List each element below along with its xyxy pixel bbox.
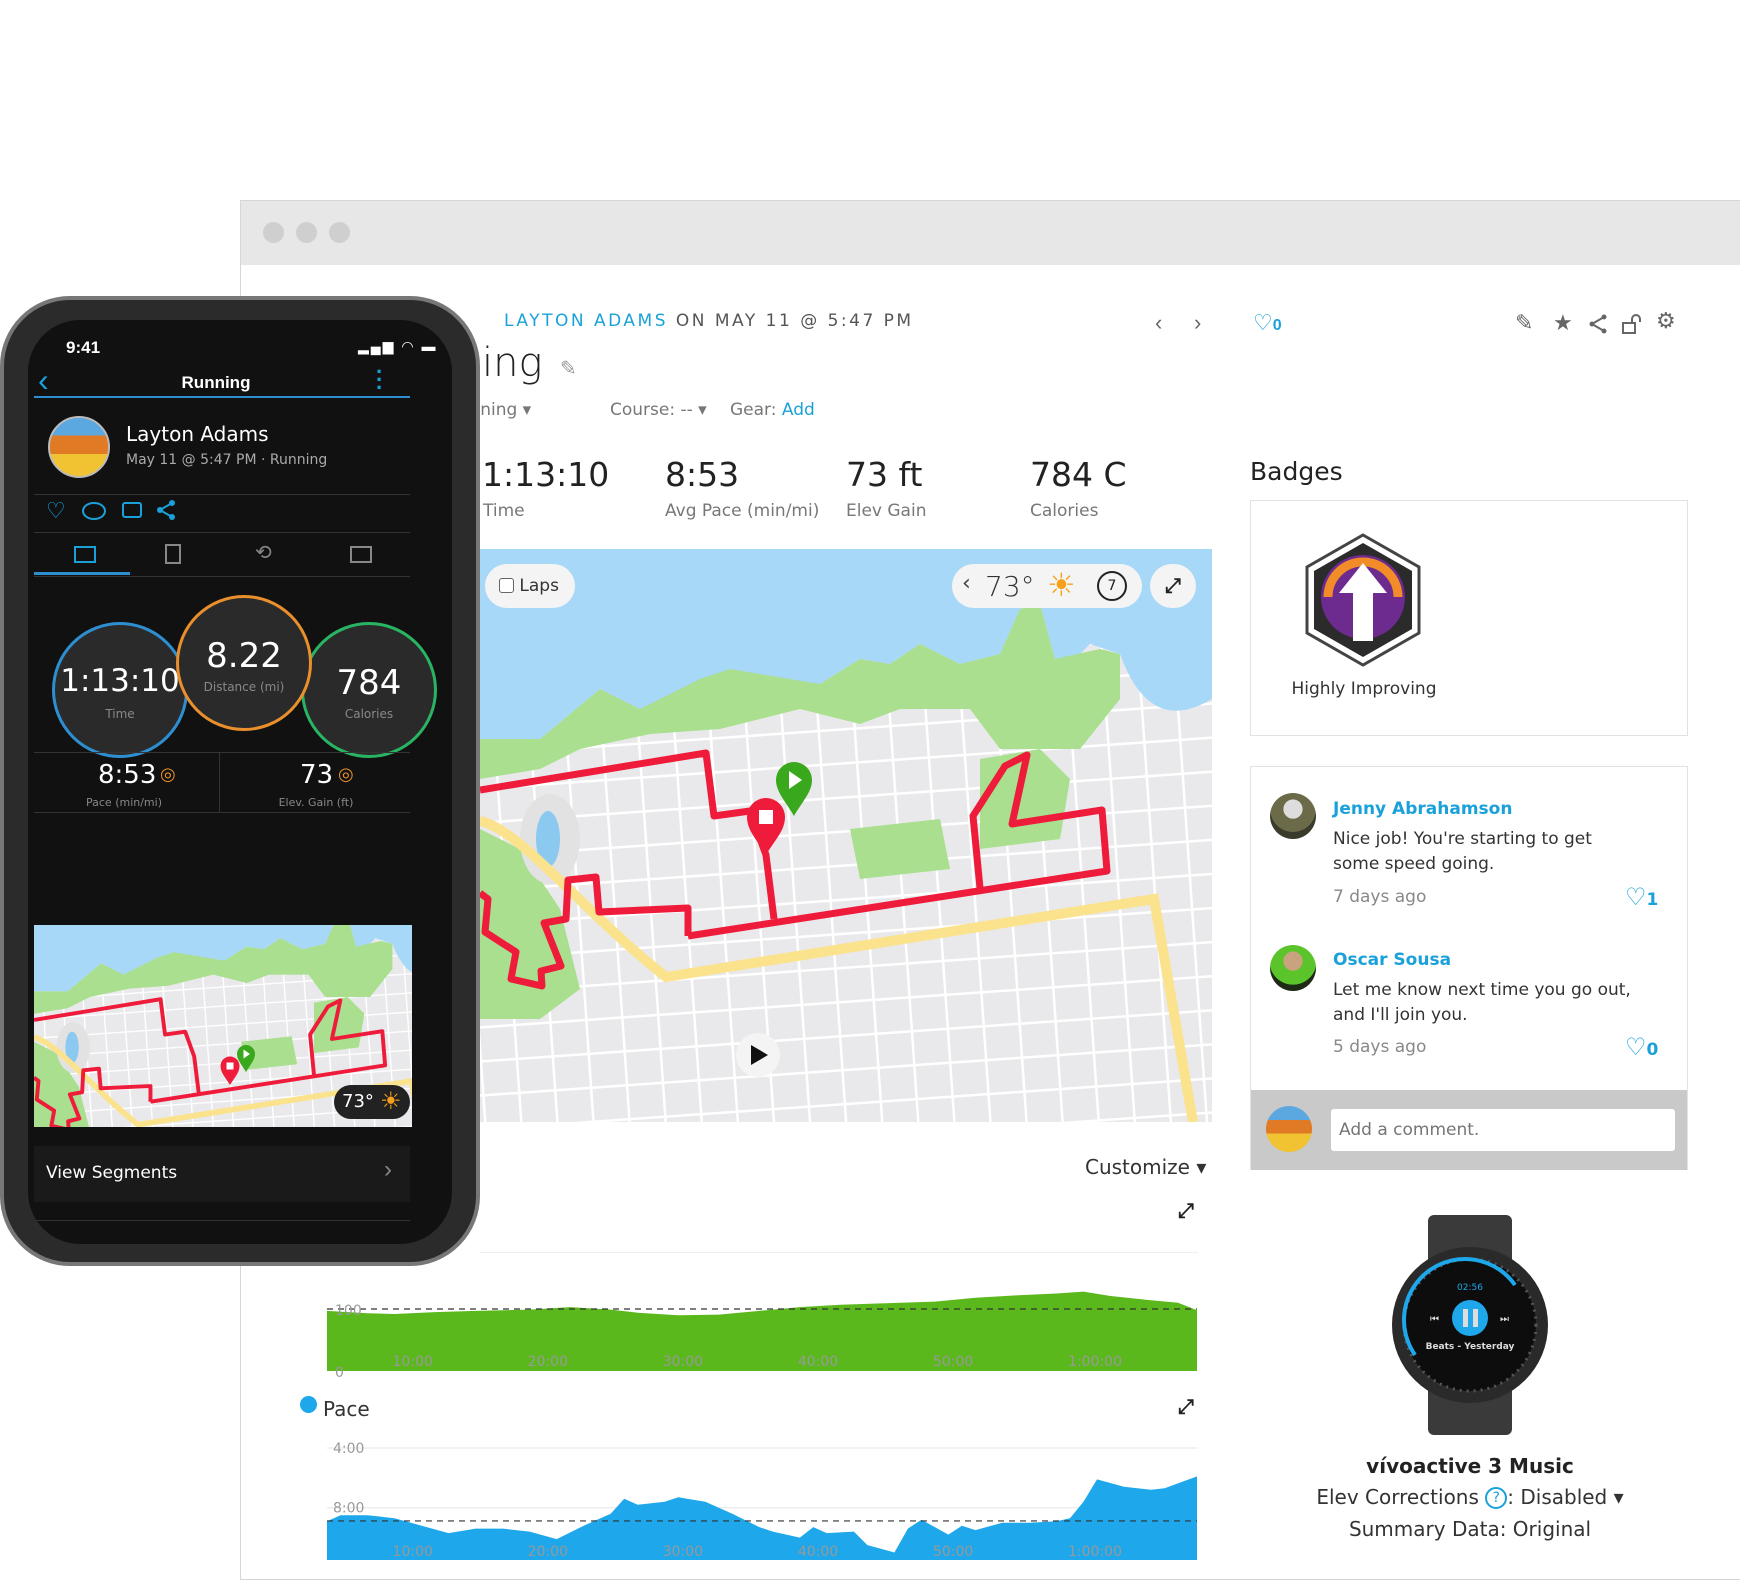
device-watch-image: 02:56 Beats - Yesterday ⏮ ⏭: [1385, 1215, 1555, 1435]
tab-charts-icon[interactable]: [350, 546, 372, 563]
phone-user-sub: May 11 @ 5:47 PM · Running: [126, 452, 327, 468]
comment-author-link[interactable]: Jenny Abrahamson: [1333, 799, 1512, 819]
phone-screen: 9:41 ▂▄▆ ◠ ▬ ‹ Running ··· Layton Adams …: [28, 320, 452, 1244]
current-user-avatar: [1266, 1106, 1312, 1152]
y-tick-label: 0: [335, 1365, 344, 1381]
svg-text:⏮: ⏮: [1430, 1314, 1439, 1325]
avatar[interactable]: [1270, 793, 1316, 839]
ring-value: 1:13:10: [55, 663, 185, 699]
tab-overview-icon[interactable]: [74, 546, 96, 563]
comment-time: 7 days ago: [1333, 887, 1426, 907]
pace-pulse-icon: ◎: [160, 764, 176, 785]
pace-area: [327, 1476, 1197, 1560]
header-underline: [34, 396, 410, 398]
badge-label: Highly Improving: [1251, 679, 1477, 699]
comment-like-count: 1: [1647, 890, 1659, 910]
badges-title: Badges: [1250, 457, 1343, 486]
phone-elev-value: 73: [300, 760, 333, 790]
x-tick-label: 1:00:00: [1068, 1544, 1122, 1560]
divider: [34, 494, 410, 495]
highly-improving-badge-icon[interactable]: [1303, 533, 1423, 667]
divider: [34, 812, 410, 813]
comment-bubble-icon[interactable]: [82, 502, 106, 520]
divider: [34, 532, 410, 533]
comments-card: Jenny Abrahamson Nice job! You're starti…: [1250, 766, 1688, 1170]
comment-author-link[interactable]: Oscar Sousa: [1333, 950, 1451, 970]
tab-laps-icon[interactable]: ⟲: [255, 540, 272, 565]
comment-like-count: 0: [1647, 1040, 1659, 1060]
x-tick-label: 40:00: [798, 1354, 838, 1370]
user-avatar[interactable]: [48, 416, 110, 478]
share-icon[interactable]: [156, 500, 176, 525]
phone-user-name[interactable]: Layton Adams: [126, 422, 269, 446]
phone-pace-label: Pace (min/mi): [28, 796, 220, 809]
phone-elev-label: Elev. Gain (ft): [220, 796, 412, 809]
x-tick-label: 50:00: [933, 1354, 973, 1370]
ring-value: 8.22: [179, 636, 309, 676]
comment-text: Nice job! You're starting to get some sp…: [1333, 827, 1643, 877]
comment-compose-bar: [1251, 1090, 1687, 1170]
badges-card: Highly Improving: [1250, 500, 1688, 736]
device-name[interactable]: vívoactive 3 Music: [1280, 1454, 1660, 1478]
x-tick-label: 30:00: [663, 1544, 703, 1560]
x-tick-label: 40:00: [798, 1544, 838, 1560]
phone-mockup: 9:41 ▂▄▆ ◠ ▬ ‹ Running ··· Layton Adams …: [0, 296, 480, 1266]
sun-icon: ☀: [380, 1087, 402, 1116]
x-tick-label: 10:00: [393, 1544, 433, 1560]
divider: [34, 752, 410, 753]
tab-details-icon[interactable]: [165, 544, 181, 564]
y-tick-label: 100: [335, 1303, 362, 1319]
view-segments-label: View Segments: [46, 1163, 177, 1183]
help-question-icon[interactable]: ?: [1485, 1487, 1507, 1509]
add-photo-camera-icon[interactable]: [122, 502, 142, 518]
comment-like-button[interactable]: ♡0: [1625, 1033, 1658, 1061]
more-kebab-icon[interactable]: ···: [376, 368, 383, 392]
phone-pace-value: 8:53: [98, 760, 156, 790]
x-tick-label: 1:00:00: [1068, 1354, 1122, 1370]
elev-corrections-row[interactable]: Elev Corrections ?: Disabled ▾: [1280, 1485, 1660, 1509]
x-tick-label: 20:00: [528, 1544, 568, 1560]
elev-pulse-icon: ◎: [338, 764, 354, 785]
comment-time: 5 days ago: [1333, 1037, 1426, 1057]
ring-label: Time: [55, 707, 185, 721]
x-tick-label: 50:00: [933, 1544, 973, 1560]
view-segments-row[interactable]: View Segments ›: [34, 1146, 410, 1202]
calories-ring: 784 Calories: [301, 622, 437, 758]
y-tick-label: 8:00: [333, 1501, 364, 1517]
phone-map[interactable]: 73° ☀: [34, 925, 412, 1127]
elev-corrections-value: : Disabled: [1507, 1485, 1607, 1509]
heart-icon: ♡: [1625, 883, 1647, 911]
watch-track: Beats - Yesterday: [1426, 1342, 1515, 1352]
phone-weather-pill: 73° ☀: [334, 1085, 410, 1119]
svg-text:⏭: ⏭: [1500, 1314, 1509, 1325]
active-tab-indicator: [34, 572, 130, 575]
distance-ring: 8.22 Distance (mi): [176, 595, 312, 731]
phone-header-title: Running: [28, 373, 404, 393]
status-time: 9:41: [66, 338, 100, 358]
divider: [34, 576, 410, 577]
comment-text: Let me know next time you go out, and I'…: [1333, 978, 1643, 1028]
y-tick-label: 4:00: [333, 1441, 364, 1457]
like-heart-icon[interactable]: ♡: [46, 498, 66, 524]
watch-time: 02:56: [1457, 1283, 1483, 1293]
avatar[interactable]: [1270, 945, 1316, 991]
status-icons: ▂▄▆ ◠ ▬: [358, 338, 437, 355]
summary-data: Summary Data: Original: [1280, 1517, 1660, 1541]
ring-label: Calories: [304, 707, 434, 721]
ring-label: Distance (mi): [179, 680, 309, 694]
x-tick-label: 10:00: [393, 1354, 433, 1370]
elevation-area: [327, 1292, 1197, 1371]
divider: [34, 1220, 410, 1221]
comment-like-button[interactable]: ♡1: [1625, 883, 1658, 911]
add-comment-input[interactable]: [1331, 1109, 1675, 1151]
x-tick-label: 20:00: [528, 1354, 568, 1370]
time-ring: 1:13:10 Time: [52, 622, 188, 758]
heart-icon: ♡: [1625, 1033, 1647, 1061]
elev-corrections-label: Elev Corrections: [1316, 1485, 1479, 1509]
chevron-right-icon: ›: [384, 1156, 392, 1184]
ring-value: 784: [304, 663, 434, 703]
x-tick-label: 30:00: [663, 1354, 703, 1370]
phone-map-temp: 73°: [342, 1091, 374, 1112]
